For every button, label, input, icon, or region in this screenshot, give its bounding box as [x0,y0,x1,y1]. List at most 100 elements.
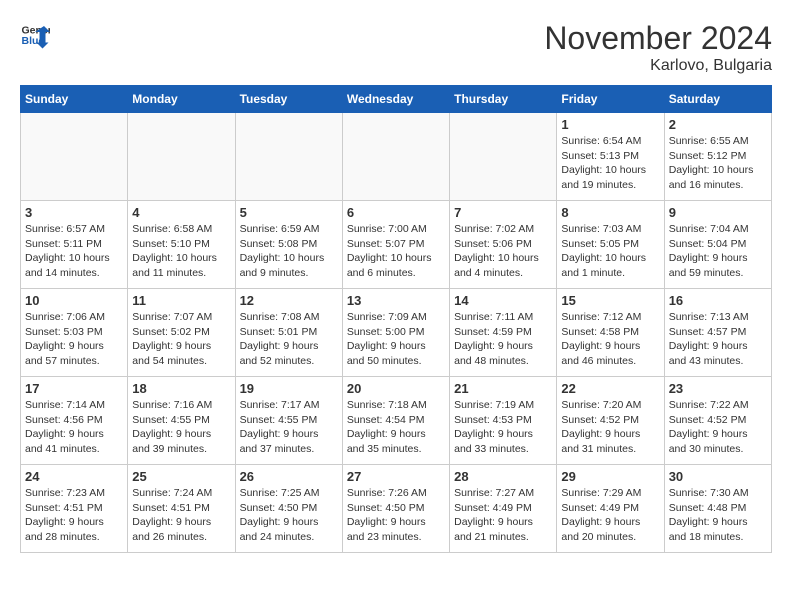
day-info: Sunrise: 7:22 AM Sunset: 4:52 PM Dayligh… [669,398,767,457]
day-number: 1 [561,117,659,132]
calendar-cell: 16 Sunrise: 7:13 AM Sunset: 4:57 PM Dayli… [664,289,771,377]
day-info: Sunrise: 7:29 AM Sunset: 4:49 PM Dayligh… [561,486,659,545]
calendar-cell: 3 Sunrise: 6:57 AM Sunset: 5:11 PM Daylig… [21,201,128,289]
day-info: Sunrise: 7:06 AM Sunset: 5:03 PM Dayligh… [25,310,123,369]
week-row: 24 Sunrise: 7:23 AM Sunset: 4:51 PM Dayli… [21,465,772,553]
calendar-cell: 30 Sunrise: 7:30 AM Sunset: 4:48 PM Dayli… [664,465,771,553]
day-number: 8 [561,205,659,220]
logo-icon: General Blue [20,20,50,50]
day-info: Sunrise: 7:04 AM Sunset: 5:04 PM Dayligh… [669,222,767,281]
day-number: 10 [25,293,123,308]
week-row: 3 Sunrise: 6:57 AM Sunset: 5:11 PM Daylig… [21,201,772,289]
week-row: 10 Sunrise: 7:06 AM Sunset: 5:03 PM Dayli… [21,289,772,377]
day-number: 25 [132,469,230,484]
calendar-cell [21,113,128,201]
day-info: Sunrise: 7:23 AM Sunset: 4:51 PM Dayligh… [25,486,123,545]
calendar-cell: 2 Sunrise: 6:55 AM Sunset: 5:12 PM Daylig… [664,113,771,201]
calendar-cell: 29 Sunrise: 7:29 AM Sunset: 4:49 PM Dayli… [557,465,664,553]
day-info: Sunrise: 7:12 AM Sunset: 4:58 PM Dayligh… [561,310,659,369]
day-info: Sunrise: 6:58 AM Sunset: 5:10 PM Dayligh… [132,222,230,281]
calendar-cell: 8 Sunrise: 7:03 AM Sunset: 5:05 PM Daylig… [557,201,664,289]
calendar-cell: 7 Sunrise: 7:02 AM Sunset: 5:06 PM Daylig… [450,201,557,289]
week-row: 1 Sunrise: 6:54 AM Sunset: 5:13 PM Daylig… [21,113,772,201]
day-number: 19 [240,381,338,396]
day-number: 22 [561,381,659,396]
day-info: Sunrise: 7:24 AM Sunset: 4:51 PM Dayligh… [132,486,230,545]
day-number: 18 [132,381,230,396]
day-number: 26 [240,469,338,484]
day-info: Sunrise: 6:55 AM Sunset: 5:12 PM Dayligh… [669,134,767,193]
day-number: 2 [669,117,767,132]
calendar-cell: 23 Sunrise: 7:22 AM Sunset: 4:52 PM Dayli… [664,377,771,465]
calendar-table: SundayMondayTuesdayWednesdayThursdayFrid… [20,85,772,553]
weekday-header: Tuesday [235,86,342,113]
day-info: Sunrise: 7:30 AM Sunset: 4:48 PM Dayligh… [669,486,767,545]
day-number: 28 [454,469,552,484]
day-info: Sunrise: 7:16 AM Sunset: 4:55 PM Dayligh… [132,398,230,457]
month-title: November 2024 [544,20,772,57]
day-info: Sunrise: 7:17 AM Sunset: 4:55 PM Dayligh… [240,398,338,457]
weekday-header: Sunday [21,86,128,113]
day-number: 29 [561,469,659,484]
day-info: Sunrise: 7:02 AM Sunset: 5:06 PM Dayligh… [454,222,552,281]
weekday-header: Wednesday [342,86,449,113]
day-info: Sunrise: 7:07 AM Sunset: 5:02 PM Dayligh… [132,310,230,369]
day-number: 20 [347,381,445,396]
weekday-header: Thursday [450,86,557,113]
day-number: 21 [454,381,552,396]
day-info: Sunrise: 7:13 AM Sunset: 4:57 PM Dayligh… [669,310,767,369]
day-number: 17 [25,381,123,396]
calendar-cell: 15 Sunrise: 7:12 AM Sunset: 4:58 PM Dayli… [557,289,664,377]
day-number: 24 [25,469,123,484]
day-number: 13 [347,293,445,308]
day-info: Sunrise: 7:19 AM Sunset: 4:53 PM Dayligh… [454,398,552,457]
day-number: 27 [347,469,445,484]
day-number: 9 [669,205,767,220]
calendar-cell: 6 Sunrise: 7:00 AM Sunset: 5:07 PM Daylig… [342,201,449,289]
calendar-cell: 26 Sunrise: 7:25 AM Sunset: 4:50 PM Dayli… [235,465,342,553]
weekday-header: Monday [128,86,235,113]
day-number: 30 [669,469,767,484]
day-info: Sunrise: 7:14 AM Sunset: 4:56 PM Dayligh… [25,398,123,457]
calendar-cell: 10 Sunrise: 7:06 AM Sunset: 5:03 PM Dayli… [21,289,128,377]
weekday-header-row: SundayMondayTuesdayWednesdayThursdayFrid… [21,86,772,113]
calendar-cell: 20 Sunrise: 7:18 AM Sunset: 4:54 PM Dayli… [342,377,449,465]
day-number: 5 [240,205,338,220]
day-number: 4 [132,205,230,220]
calendar-cell: 21 Sunrise: 7:19 AM Sunset: 4:53 PM Dayli… [450,377,557,465]
day-number: 23 [669,381,767,396]
day-info: Sunrise: 7:09 AM Sunset: 5:00 PM Dayligh… [347,310,445,369]
day-info: Sunrise: 7:00 AM Sunset: 5:07 PM Dayligh… [347,222,445,281]
page-header: General Blue November 2024 Karlovo, Bulg… [20,20,772,75]
weekday-header: Friday [557,86,664,113]
calendar-cell: 4 Sunrise: 6:58 AM Sunset: 5:10 PM Daylig… [128,201,235,289]
day-info: Sunrise: 7:03 AM Sunset: 5:05 PM Dayligh… [561,222,659,281]
title-block: November 2024 Karlovo, Bulgaria [544,20,772,75]
day-info: Sunrise: 6:54 AM Sunset: 5:13 PM Dayligh… [561,134,659,193]
calendar-cell: 18 Sunrise: 7:16 AM Sunset: 4:55 PM Dayli… [128,377,235,465]
day-info: Sunrise: 7:26 AM Sunset: 4:50 PM Dayligh… [347,486,445,545]
calendar-cell [342,113,449,201]
day-number: 14 [454,293,552,308]
day-number: 7 [454,205,552,220]
day-number: 15 [561,293,659,308]
day-info: Sunrise: 7:27 AM Sunset: 4:49 PM Dayligh… [454,486,552,545]
calendar-cell: 11 Sunrise: 7:07 AM Sunset: 5:02 PM Dayli… [128,289,235,377]
calendar-cell [450,113,557,201]
day-info: Sunrise: 7:08 AM Sunset: 5:01 PM Dayligh… [240,310,338,369]
calendar-cell: 14Sunrise: 7:11 AM Sunset: 4:59 PM Dayli… [450,289,557,377]
calendar-cell: 28 Sunrise: 7:27 AM Sunset: 4:49 PM Dayli… [450,465,557,553]
calendar-cell: 1 Sunrise: 6:54 AM Sunset: 5:13 PM Daylig… [557,113,664,201]
day-number: 3 [25,205,123,220]
location-subtitle: Karlovo, Bulgaria [544,57,772,75]
day-number: 11 [132,293,230,308]
weekday-header: Saturday [664,86,771,113]
day-info: Sunrise: 7:20 AM Sunset: 4:52 PM Dayligh… [561,398,659,457]
day-info: Sunrise: 7:18 AM Sunset: 4:54 PM Dayligh… [347,398,445,457]
day-info: Sunrise: 6:57 AM Sunset: 5:11 PM Dayligh… [25,222,123,281]
day-number: 6 [347,205,445,220]
day-number: 12 [240,293,338,308]
day-number: 16 [669,293,767,308]
calendar-cell: 19 Sunrise: 7:17 AM Sunset: 4:55 PM Dayli… [235,377,342,465]
day-info: Sunrise: 7:25 AM Sunset: 4:50 PM Dayligh… [240,486,338,545]
